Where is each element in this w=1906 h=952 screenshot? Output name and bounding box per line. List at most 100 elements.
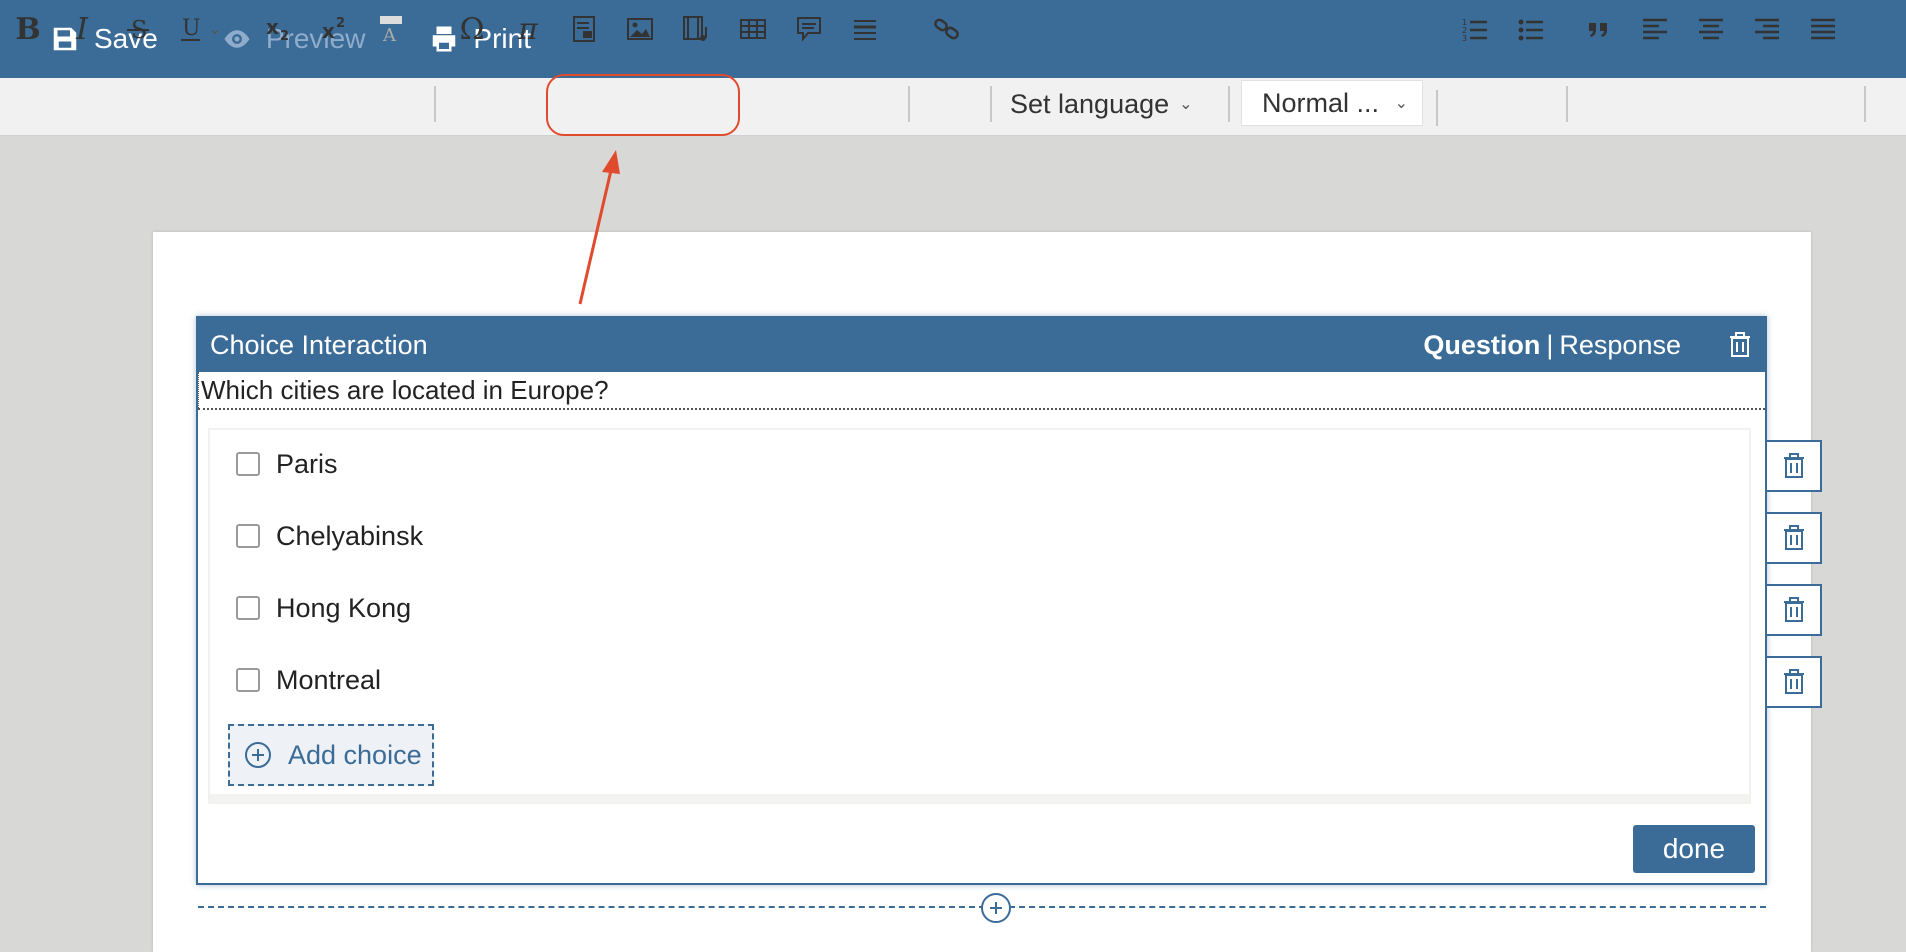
choice-checkbox[interactable] (236, 668, 260, 692)
media-icon (683, 16, 707, 41)
choice-label[interactable]: Montreal (276, 665, 381, 696)
choice-item: Paris (236, 444, 338, 484)
choices-area: Paris Chelyabinsk Hong Kong Montreal Add… (208, 428, 1751, 804)
trash-icon (1783, 453, 1804, 478)
delete-choice-button[interactable] (1767, 512, 1822, 564)
underline-button[interactable]: U ⌄ (174, 8, 226, 50)
link-button[interactable] (928, 8, 966, 50)
choice-checkbox[interactable] (236, 524, 260, 548)
toolbar-separator (1436, 90, 1438, 126)
delete-choice-button[interactable] (1767, 656, 1822, 708)
bulleted-list-icon (1518, 19, 1543, 41)
delete-choice-button[interactable] (1767, 584, 1822, 636)
mode-separator: | (1546, 329, 1554, 360)
subscript-button[interactable]: x2 (260, 8, 298, 50)
done-button[interactable]: done (1633, 825, 1755, 873)
question-prompt[interactable]: Which cities are located in Europe? (198, 372, 1765, 410)
numbered-list-button[interactable]: 123 (1456, 8, 1494, 50)
table-icon (740, 19, 766, 39)
align-justify-button[interactable] (1804, 8, 1842, 50)
insert-tooltip-button[interactable] (790, 8, 828, 50)
eye-icon (224, 30, 250, 48)
choice-label[interactable]: Paris (276, 449, 338, 480)
blockquote-button[interactable] (1580, 8, 1618, 50)
choice-label[interactable]: Hong Kong (276, 593, 411, 624)
quote-icon (1589, 23, 1607, 37)
subscript-icon: x2 (266, 15, 289, 44)
special-character-button[interactable]: Ω (452, 8, 492, 50)
omega-icon: Ω (459, 11, 485, 47)
insert-table-button[interactable] (734, 8, 772, 50)
chevron-down-icon: ⌄ (1179, 96, 1193, 113)
plus-circle-icon (245, 742, 271, 768)
insert-passage-button[interactable] (564, 8, 604, 50)
response-mode-link[interactable]: Response (1559, 330, 1681, 361)
text-style-button[interactable]: A (374, 8, 408, 50)
bold-button[interactable]: B (10, 8, 46, 50)
svg-text:2: 2 (280, 29, 289, 44)
svg-text:A: A (382, 25, 397, 44)
underline-icon: U (181, 16, 201, 41)
numbered-list-icon: 123 (1462, 18, 1487, 43)
paragraph-style-select[interactable]: Normal ... ⌄ (1241, 80, 1423, 126)
align-right-button[interactable] (1748, 8, 1786, 50)
insert-media-button[interactable] (676, 8, 716, 50)
choice-checkbox[interactable] (236, 452, 260, 476)
set-language-label: Set language (1010, 88, 1170, 119)
plus-icon (990, 902, 1002, 914)
svg-text:x: x (266, 15, 279, 39)
widget-title: Choice Interaction (210, 329, 428, 360)
delete-choice-button[interactable] (1767, 440, 1822, 492)
insert-image-button[interactable] (620, 8, 660, 50)
toolbar-separator (908, 86, 910, 122)
toolbar-separator (1228, 86, 1230, 122)
svg-text:x: x (322, 19, 335, 43)
toolbar-separator (434, 86, 436, 122)
superscript-icon: x2 (322, 16, 345, 43)
widget-header: Choice Interaction Question | Response (198, 318, 1765, 372)
strikethrough-icon: S (127, 16, 149, 44)
bulleted-list-button[interactable] (1512, 8, 1550, 50)
align-center-icon (1699, 18, 1723, 40)
trash-icon (1783, 525, 1804, 550)
choice-item: Chelyabinsk (236, 516, 423, 556)
horizontal-rule-icon (854, 20, 876, 40)
trash-icon (1783, 597, 1804, 622)
choice-interaction-widget: Choice Interaction Question | Response W… (196, 316, 1767, 885)
choice-label[interactable]: Chelyabinsk (276, 521, 423, 552)
align-left-button[interactable] (1636, 8, 1674, 50)
strikethrough-button[interactable]: S (120, 8, 156, 50)
question-mode-link[interactable]: Question (1423, 330, 1540, 361)
mode-switch: Question | Response (1423, 318, 1681, 372)
choice-checkbox[interactable] (236, 596, 260, 620)
align-left-icon (1643, 18, 1667, 40)
chevron-down-icon: ⌄ (208, 21, 222, 38)
toolbar-separator (1864, 86, 1866, 122)
superscript-button[interactable]: x2 (316, 8, 354, 50)
trash-icon (1783, 669, 1804, 694)
font-style-icon: A (380, 16, 402, 44)
document-icon (573, 16, 595, 42)
math-button[interactable]: π (508, 8, 548, 50)
link-icon (934, 18, 959, 40)
pi-icon: π (518, 11, 538, 47)
align-center-button[interactable] (1692, 8, 1730, 50)
horizontal-rule-button[interactable] (846, 8, 884, 50)
insert-block-button[interactable] (981, 893, 1011, 923)
toolbar-separator (1566, 86, 1568, 122)
align-right-icon (1755, 18, 1779, 40)
chevron-down-icon: ⌄ (1394, 95, 1408, 112)
comment-icon (797, 17, 821, 42)
delete-interaction-icon[interactable] (1727, 332, 1753, 358)
svg-text:2: 2 (336, 16, 345, 31)
svg-text:3: 3 (1462, 34, 1467, 43)
align-justify-icon (1811, 18, 1835, 40)
set-language-dropdown[interactable]: Set language ⌄ (1010, 88, 1193, 120)
paragraph-style-label: Normal ... (1262, 87, 1380, 118)
choice-item: Hong Kong (236, 588, 411, 628)
image-icon (627, 18, 653, 40)
italic-button[interactable]: I (64, 8, 100, 50)
choice-item: Montreal (236, 660, 381, 700)
italic-icon: I (76, 11, 88, 47)
add-choice-button[interactable]: Add choice (228, 724, 434, 786)
